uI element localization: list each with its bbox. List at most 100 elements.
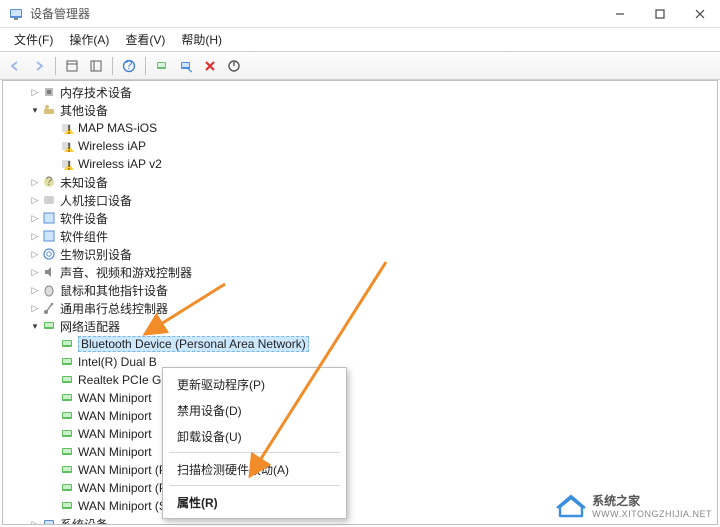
tree-label: 生物识别设备: [60, 246, 132, 263]
adapter-icon: [59, 480, 75, 496]
tree-row[interactable]: WAN Miniport: [3, 443, 717, 461]
watermark-text: 系统之家: [592, 492, 712, 509]
tree-row[interactable]: ▷声音、视频和游戏控制器: [3, 263, 717, 281]
adapter-icon: [59, 498, 75, 514]
tree-label: 通用串行总线控制器: [60, 300, 168, 317]
tree-row[interactable]: ▷ 软件设备: [3, 209, 717, 227]
menu-view[interactable]: 查看(V): [117, 29, 173, 50]
tree-row[interactable]: !Wireless iAP v2: [3, 155, 717, 173]
network-icon: [41, 318, 57, 334]
uninstall-button[interactable]: [199, 55, 221, 77]
help-button[interactable]: ?: [118, 55, 140, 77]
back-button[interactable]: [4, 55, 26, 77]
chip-icon: [41, 84, 57, 100]
tree-row[interactable]: ▷ 人机接口设备: [3, 191, 717, 209]
device-tree: ▷内存技术设备 ▾其他设备 !MAP MAS-iOS !Wireless iAP…: [2, 80, 718, 525]
biometric-icon: [41, 246, 57, 262]
menu-file[interactable]: 文件(F): [6, 29, 61, 50]
expander-icon[interactable]: ▷: [27, 192, 43, 208]
svg-text:!: !: [67, 141, 70, 154]
forward-button[interactable]: [28, 55, 50, 77]
tree-row[interactable]: ▷ 通用串行总线控制器: [3, 299, 717, 317]
expander-icon[interactable]: ▷: [27, 246, 43, 262]
toolbar: ?: [0, 52, 720, 80]
adapter-icon: [59, 408, 75, 424]
tree-label: Intel(R) Dual B: [78, 355, 157, 369]
tree-label: Wireless iAP v2: [78, 157, 162, 171]
tree-label: 软件组件: [60, 228, 108, 245]
warning-device-icon: !: [59, 138, 75, 154]
tree-row[interactable]: WAN Miniport: [3, 389, 717, 407]
close-button[interactable]: [680, 0, 720, 28]
maximize-button[interactable]: [640, 0, 680, 28]
expander-icon[interactable]: ▷: [27, 84, 43, 100]
watermark-url: WWW.XITONGZHIJIA.NET: [592, 509, 712, 519]
tree-label: 内存技术设备: [60, 84, 132, 101]
tree-label: 鼠标和其他指针设备: [60, 282, 168, 299]
system-icon: [41, 516, 57, 525]
adapter-icon: [59, 390, 75, 406]
update-button[interactable]: [175, 55, 197, 77]
expander-icon[interactable]: ▷: [27, 228, 43, 244]
tree-label: WAN Miniport: [78, 409, 152, 423]
sound-icon: [41, 264, 57, 280]
tree-label: 未知设备: [60, 174, 108, 191]
house-icon: [556, 493, 586, 519]
hid-icon: [41, 192, 57, 208]
tree-label: 软件设备: [60, 210, 108, 227]
menu-help[interactable]: 帮助(H): [173, 29, 230, 50]
menu-bar: 文件(F) 操作(A) 查看(V) 帮助(H): [0, 28, 720, 52]
separator: [112, 57, 113, 75]
ctx-scan-hardware[interactable]: 扫描检测硬件改动(A): [163, 456, 346, 482]
tree-label: 人机接口设备: [60, 192, 132, 209]
ctx-disable-device[interactable]: 禁用设备(D): [163, 397, 346, 423]
usb-icon: [41, 300, 57, 316]
tree-label: 系统设备: [60, 516, 108, 526]
menu-action[interactable]: 操作(A): [61, 29, 117, 50]
enable-button[interactable]: [223, 55, 245, 77]
tree-row[interactable]: ▾ 网络适配器: [3, 317, 717, 335]
expander-icon[interactable]: ▾: [27, 318, 43, 334]
separator: [169, 452, 340, 453]
tree-row[interactable]: ▷ 生物识别设备: [3, 245, 717, 263]
ctx-properties[interactable]: 属性(R): [163, 489, 346, 515]
tree-row[interactable]: !MAP MAS-iOS: [3, 119, 717, 137]
tree-row[interactable]: ! Wireless iAP: [3, 137, 717, 155]
tree-row[interactable]: Intel(R) Dual B: [3, 353, 717, 371]
expander-icon[interactable]: ▷: [27, 264, 43, 280]
tree-row[interactable]: ▷ 鼠标和其他指针设备: [3, 281, 717, 299]
tree-row[interactable]: ▾其他设备: [3, 101, 717, 119]
adapter-icon: [59, 372, 75, 388]
tree-row[interactable]: WAN Miniport (PPPOE): [3, 461, 717, 479]
tree-row[interactable]: ▷ 软件组件: [3, 227, 717, 245]
tree-row[interactable]: WAN Miniport: [3, 425, 717, 443]
tree-label: Realtek PCIe G: [78, 373, 161, 387]
tree-row[interactable]: Realtek PCIe G: [3, 371, 717, 389]
ctx-uninstall-device[interactable]: 卸载设备(U): [163, 423, 346, 449]
tree-row[interactable]: ▷ 内存技术设备: [3, 83, 717, 101]
expander-icon[interactable]: ▷: [27, 210, 43, 226]
adapter-icon: [59, 336, 75, 352]
tree-row[interactable]: ▷?未知设备: [3, 173, 717, 191]
warning-device-icon: !: [59, 156, 75, 172]
expander-icon[interactable]: ▷: [27, 174, 43, 190]
view-button[interactable]: [85, 55, 107, 77]
separator: [169, 485, 340, 486]
expander-icon[interactable]: ▷: [27, 516, 43, 525]
expander-icon[interactable]: ▷: [27, 282, 43, 298]
tree-row[interactable]: WAN Miniport: [3, 407, 717, 425]
title-bar: 设备管理器: [0, 0, 720, 28]
expander-icon[interactable]: ▷: [27, 300, 43, 316]
scan-button[interactable]: [151, 55, 173, 77]
expander-icon[interactable]: ▾: [27, 102, 43, 118]
tree-row-selected[interactable]: Bluetooth Device (Personal Area Network): [3, 335, 717, 353]
ctx-update-driver[interactable]: 更新驱动程序(P): [163, 371, 346, 397]
tree-label: Wireless iAP: [78, 139, 146, 153]
show-hide-button[interactable]: [61, 55, 83, 77]
unknown-icon: ?: [41, 174, 57, 190]
tree-label: 网络适配器: [60, 318, 120, 335]
minimize-button[interactable]: [600, 0, 640, 28]
window-title: 设备管理器: [30, 5, 600, 22]
adapter-icon: [59, 444, 75, 460]
tree-label: Bluetooth Device (Personal Area Network): [78, 336, 309, 352]
